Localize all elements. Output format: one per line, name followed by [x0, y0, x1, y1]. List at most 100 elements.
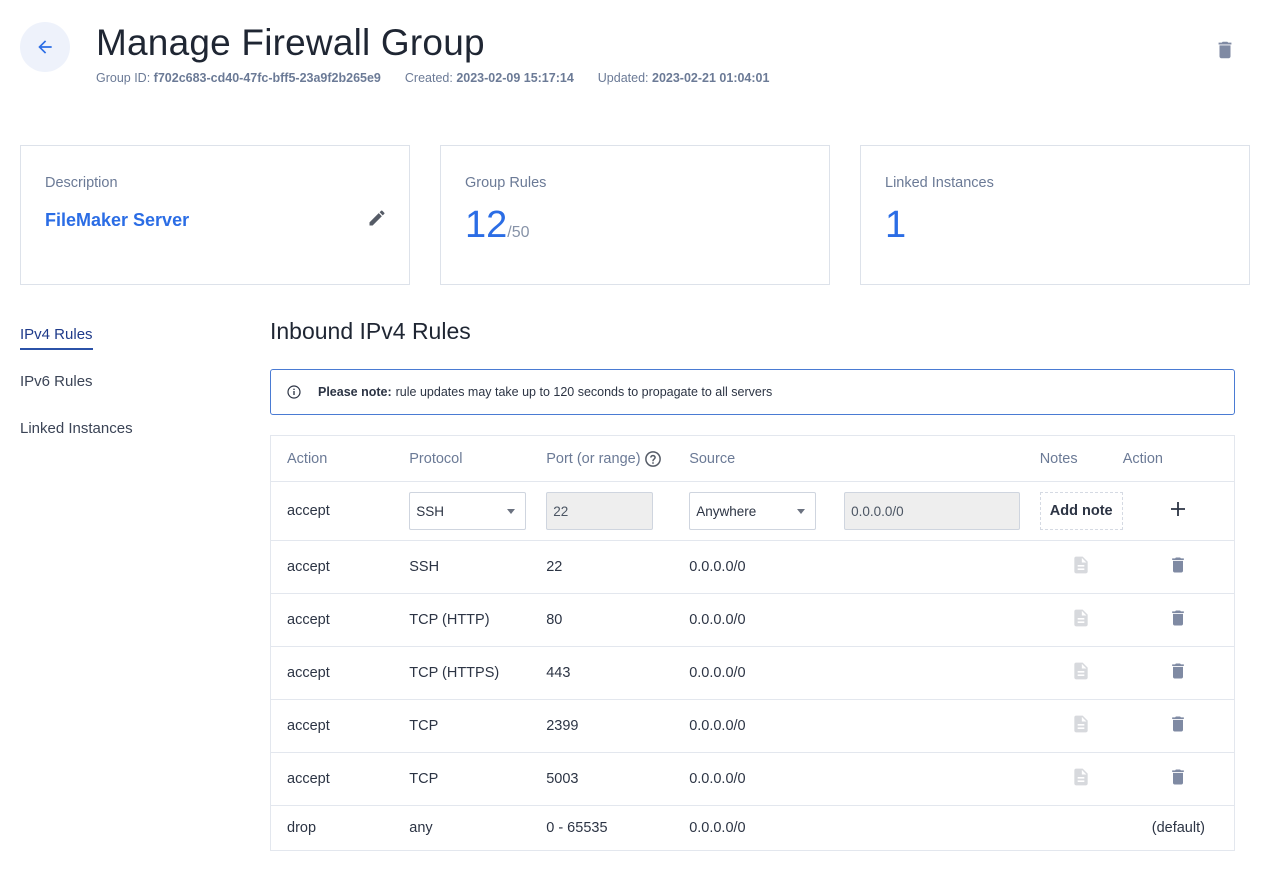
- add-rule-cell: [1122, 481, 1235, 541]
- arrow-left-icon: [38, 40, 52, 54]
- source-select[interactable]: Anywhere: [689, 492, 817, 530]
- delete-cell: [1122, 699, 1235, 753]
- rule-protocol: TCP (HTTP): [393, 593, 531, 647]
- table-header-row: Action Protocol Port (or range) Source N…: [270, 435, 1235, 482]
- group-meta: Group ID: f702c683-cd40-47fc-bff5-23a9f2…: [96, 71, 769, 85]
- delete-rule-button[interactable]: [1168, 554, 1188, 580]
- delete-cell: [1122, 646, 1235, 700]
- table-row: accept TCP (HTTPS) 443 0.0.0.0/0: [270, 646, 1235, 700]
- help-icon[interactable]: [644, 450, 662, 468]
- default-tag: (default): [1151, 820, 1205, 836]
- delete-cell: [1122, 540, 1235, 594]
- header-action-2: Action: [1122, 435, 1235, 482]
- note-text: rule updates may take up to 120 seconds …: [395, 385, 773, 399]
- rule-action: accept: [270, 752, 394, 806]
- edit-description-button[interactable]: [367, 208, 387, 228]
- delete-cell: [1122, 752, 1235, 806]
- cidr-input[interactable]: 0.0.0.0/0: [844, 492, 1020, 530]
- pencil-icon: [369, 210, 385, 226]
- page-title: Manage Firewall Group: [96, 22, 485, 63]
- trash-icon: [1172, 610, 1185, 626]
- plus-icon: [1171, 502, 1186, 516]
- sidebar-item-ipv4-rules[interactable]: IPv4 Rules: [20, 326, 133, 373]
- rule-action: accept: [270, 593, 394, 647]
- rule-action: accept: [270, 699, 394, 753]
- add-note-button[interactable]: Add note: [1039, 492, 1123, 530]
- rule-port: 80: [530, 593, 674, 647]
- protocol-cell: SSH: [393, 481, 531, 541]
- add-rule-button[interactable]: [1170, 501, 1186, 521]
- trash-icon: [1218, 41, 1232, 59]
- note-button[interactable]: [1071, 607, 1091, 633]
- rule-protocol: SSH: [393, 540, 531, 594]
- updated-date: Updated: 2023-02-21 01:04:01: [597, 71, 770, 85]
- back-button[interactable]: [20, 22, 70, 72]
- linked-instances-label: Linked Instances: [885, 175, 994, 191]
- note-cell: [1039, 593, 1123, 647]
- note-icon: [1074, 662, 1088, 680]
- note-cell: [1039, 699, 1123, 753]
- trash-icon: [1172, 716, 1185, 732]
- trash-icon: [1172, 769, 1185, 785]
- info-note: Please note: rule updates may take up to…: [270, 369, 1235, 415]
- created-date: Created: 2023-02-09 15:17:14: [404, 71, 574, 85]
- new-rule-action: accept: [270, 481, 394, 541]
- add-note-cell: Add note: [1039, 481, 1123, 541]
- table-row: accept TCP 2399 0.0.0.0/0: [270, 699, 1235, 753]
- sidebar: IPv4 Rules IPv6 Rules Linked Instances: [20, 326, 133, 467]
- sidebar-item-ipv6-rules[interactable]: IPv6 Rules: [20, 373, 133, 420]
- linked-instances-count: 1: [885, 204, 907, 246]
- note-icon: [1074, 609, 1088, 627]
- note-bold: Please note:: [318, 385, 392, 399]
- rule-protocol: TCP: [393, 699, 531, 753]
- protocol-select[interactable]: SSH: [409, 492, 527, 530]
- rule-port: 443: [530, 646, 674, 700]
- rule-action: accept: [270, 540, 394, 594]
- section-title: Inbound IPv4 Rules: [270, 318, 471, 344]
- delete-group-button[interactable]: [1214, 38, 1236, 62]
- rule-port: 2399: [530, 699, 674, 753]
- rule-action: accept: [270, 646, 394, 700]
- header-action: Action: [270, 435, 394, 482]
- header-port: Port (or range): [530, 435, 674, 482]
- rule-source: 0.0.0.0/0: [673, 593, 1040, 647]
- table-row: accept TCP (HTTP) 80 0.0.0.0/0: [270, 593, 1235, 647]
- default-protocol: any: [409, 820, 433, 836]
- description-card: Description FileMaker Server: [20, 145, 410, 285]
- default-rule-row: drop any 0 - 65535 0.0.0.0/0 (default): [271, 806, 1235, 851]
- group-rules-max: /50: [507, 224, 530, 241]
- caret-down-icon: [797, 508, 806, 514]
- group-rules-label: Group Rules: [465, 175, 547, 191]
- group-rules-count: 12/50: [465, 204, 530, 246]
- delete-rule-button[interactable]: [1168, 713, 1188, 739]
- note-button[interactable]: [1071, 713, 1091, 739]
- delete-cell: [1122, 593, 1235, 647]
- header-notes: Notes: [1039, 435, 1123, 482]
- note-icon: [1074, 768, 1088, 786]
- description-value: FileMaker Server: [45, 210, 190, 230]
- delete-rule-button[interactable]: [1168, 607, 1188, 633]
- rule-source: 0.0.0.0/0: [673, 752, 1040, 806]
- note-cell: [1039, 540, 1123, 594]
- note-button[interactable]: [1071, 660, 1091, 686]
- port-input[interactable]: 22: [546, 492, 654, 530]
- default-source: 0.0.0.0/0: [689, 820, 746, 836]
- source-cell: Anywhere: [673, 481, 831, 541]
- note-icon: [1074, 715, 1088, 733]
- note-button[interactable]: [1071, 554, 1091, 580]
- delete-rule-button[interactable]: [1168, 766, 1188, 792]
- group-rules-card: Group Rules 12/50: [440, 145, 830, 285]
- header-protocol: Protocol: [393, 435, 531, 482]
- linked-instances-card: Linked Instances 1: [860, 145, 1250, 285]
- note-button[interactable]: [1071, 766, 1091, 792]
- rule-port: 5003: [530, 752, 674, 806]
- header-source: Source: [673, 435, 1040, 482]
- sidebar-item-linked-instances[interactable]: Linked Instances: [20, 420, 133, 467]
- cidr-cell: 0.0.0.0/0: [830, 481, 1040, 541]
- caret-down-icon: [507, 508, 516, 514]
- rule-source: 0.0.0.0/0: [673, 646, 1040, 700]
- table-row: accept SSH 22 0.0.0.0/0: [270, 540, 1235, 594]
- delete-rule-button[interactable]: [1168, 660, 1188, 686]
- note-cell: [1039, 752, 1123, 806]
- rule-port: 22: [530, 540, 674, 594]
